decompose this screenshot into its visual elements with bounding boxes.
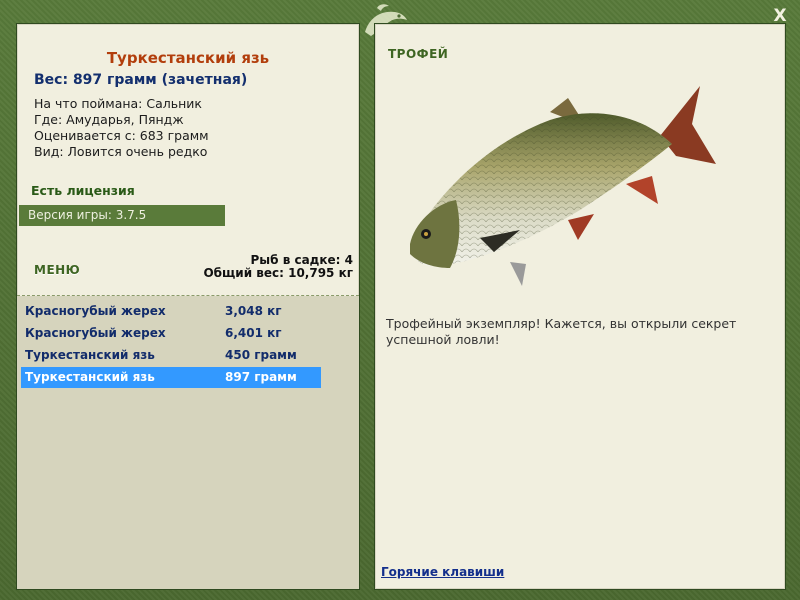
fish-title: Туркестанский язь — [106, 49, 270, 67]
fish-weight: Вес: 897 грамм (зачетная) — [34, 72, 248, 88]
catch-weight: 897 грамм — [225, 370, 297, 384]
fish-info-panel: Туркестанский язь Вес: 897 грамм (зачетн… — [16, 23, 360, 590]
catch-name: Туркестанский язь — [25, 370, 155, 384]
license-status: Есть лицензия — [31, 183, 135, 198]
menu-button[interactable]: МЕНЮ — [34, 263, 80, 277]
game-version: Версия игры: 3.7.5 — [19, 205, 225, 226]
catch-name: Красногубый жерех — [25, 326, 166, 340]
fish-rarity: Вид: Ловится очень редко — [34, 144, 208, 159]
catch-row[interactable]: Туркестанский язь 450 грамм — [21, 345, 321, 366]
cage-count: Рыб в садке: 4 — [250, 253, 354, 267]
catch-list: Красногубый жерех 3,048 кг Красногубый ж… — [17, 296, 359, 589]
hotkeys-link[interactable]: Горячие клавиши — [381, 565, 504, 579]
catch-name: Красногубый жерех — [25, 304, 166, 318]
catch-row-selected[interactable]: Туркестанский язь 897 грамм — [21, 367, 321, 388]
catch-row[interactable]: Красногубый жерех 6,401 кг — [21, 323, 321, 344]
fish-bait: На что поймана: Сальник — [34, 96, 202, 111]
fish-image — [410, 86, 716, 286]
catch-weight: 3,048 кг — [225, 304, 282, 318]
trophy-panel: ТРОФЕЙ Трофейный экземпляр! Кажется, вы … — [374, 23, 786, 590]
catch-row[interactable]: Красногубый жерех 3,048 кг — [21, 301, 321, 322]
cage-total-weight: Общий вес: 10,795 кг — [203, 266, 353, 280]
catch-weight: 6,401 кг — [225, 326, 282, 340]
catch-name: Туркестанский язь — [25, 348, 155, 362]
trophy-description: Трофейный экземпляр! Кажется, вы открыли… — [386, 316, 737, 347]
fish-rated: Оценивается с: 683 грамм — [34, 128, 209, 143]
catch-weight: 450 грамм — [225, 348, 297, 362]
fish-location: Где: Амударья, Пяндж — [34, 112, 184, 127]
